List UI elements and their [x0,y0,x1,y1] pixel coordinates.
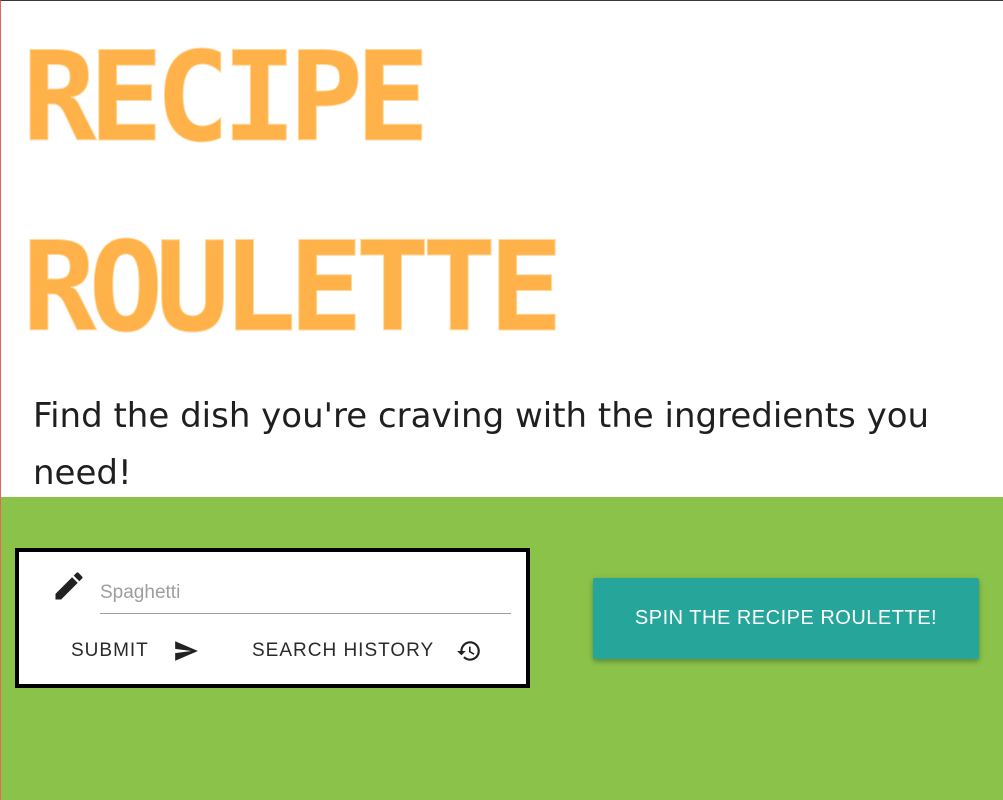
search-input[interactable] [100,572,511,614]
search-history-label: SEARCH HISTORY [252,640,435,661]
main-section: SUBMIT SEARCH HISTORY SPIN THE RECIPE RO… [0,497,1003,800]
send-icon [174,641,198,661]
submit-button[interactable]: SUBMIT [71,638,199,664]
header: RECIPE ROULETTE Find the dish you're cra… [0,0,1003,497]
history-icon [457,641,481,661]
submit-label: SUBMIT [71,640,149,661]
search-card: SUBMIT SEARCH HISTORY [15,548,530,688]
page-title-line-2: ROULETTE [21,216,563,360]
page-title-line-1: RECIPE [22,26,431,170]
search-history-button[interactable]: SEARCH HISTORY [252,638,482,664]
spin-roulette-button[interactable]: SPIN THE RECIPE ROULETTE! [593,578,979,659]
pencil-icon [55,572,83,600]
tagline: Find the dish you're craving with the in… [33,396,930,493]
